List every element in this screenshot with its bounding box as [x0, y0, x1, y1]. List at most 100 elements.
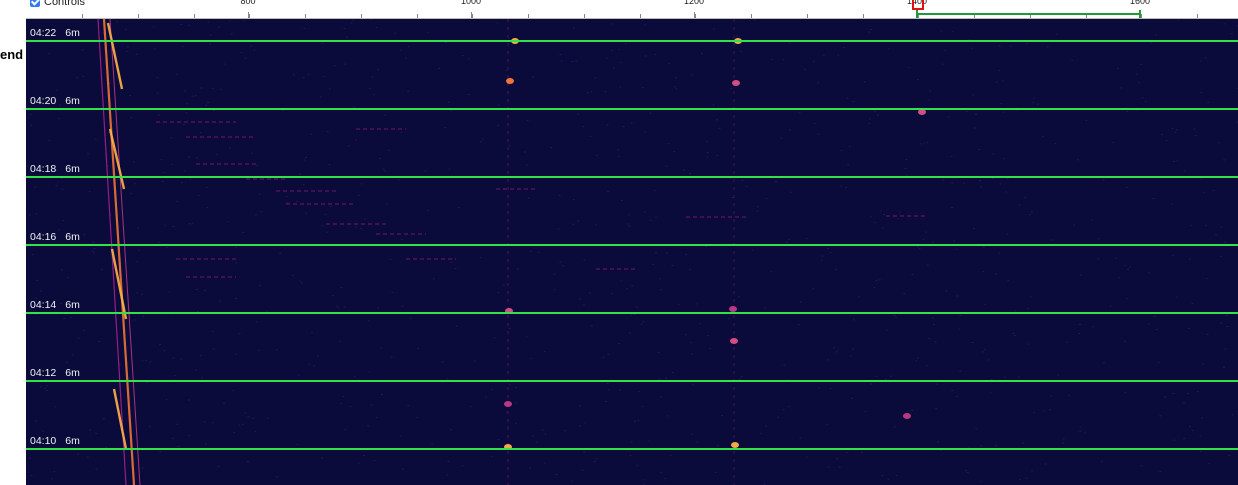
noise-speckle: [491, 455, 494, 457]
noise-speckle: [1018, 376, 1021, 378]
noise-speckle: [1200, 91, 1203, 93]
noise-speckle: [673, 151, 676, 153]
noise-speckle: [508, 328, 511, 329]
noise-speckle: [367, 425, 370, 427]
noise-speckle: [622, 126, 625, 128]
noise-speckle: [541, 429, 544, 431]
noise-speckle: [1031, 470, 1033, 472]
noise-speckle: [328, 88, 331, 90]
tuning-cursor-icon[interactable]: [912, 0, 924, 10]
noise-speckle: [1174, 131, 1177, 133]
noise-speckle: [515, 402, 518, 404]
noise-speckle: [576, 113, 579, 115]
noise-speckle: [980, 445, 983, 447]
noise-speckle: [117, 179, 119, 181]
noise-speckle: [321, 42, 324, 44]
noise-speckle: [102, 418, 105, 420]
noise-speckle: [770, 270, 773, 272]
noise-speckle: [394, 32, 397, 34]
noise-speckle: [156, 92, 159, 94]
noise-speckle: [93, 252, 95, 254]
noise-speckle: [1013, 334, 1016, 336]
noise-speckle: [1077, 159, 1080, 161]
passband-end-handle[interactable]: [1139, 10, 1141, 18]
controls-toggle[interactable]: Controls: [30, 0, 85, 9]
noise-speckle: [157, 114, 160, 116]
noise-speckle: [125, 28, 128, 30]
noise-speckle: [590, 91, 593, 93]
noise-speckle: [951, 389, 954, 391]
noise-speckle: [624, 43, 627, 45]
frequency-ruler[interactable]: 800 1000 1200 1400 1600: [26, 0, 1238, 19]
noise-speckle: [826, 424, 829, 426]
noise-speckle: [340, 287, 343, 289]
noise-speckle: [242, 232, 245, 234]
waterfall-display[interactable]: 04:22 6m 04:20 6m 04:18 6m 04:16 6m 04:14 6m 04:12…: [26, 19, 1238, 485]
timestamp-time: 04:18: [30, 163, 57, 175]
noise-speckle: [343, 63, 346, 65]
ruler-minor-tick: [751, 14, 752, 18]
noise-speckle: [581, 469, 584, 471]
noise-speckle: [812, 60, 815, 62]
noise-speckle: [391, 291, 394, 293]
noise-speckle: [606, 382, 609, 384]
noise-speckle: [431, 443, 434, 445]
ruler-minor-tick: [137, 14, 139, 18]
passband-start-handle[interactable]: [916, 10, 918, 18]
noise-speckle: [935, 408, 938, 410]
noise-speckle: [1124, 392, 1127, 394]
noise-speckle: [95, 432, 98, 434]
noise-speckle: [207, 102, 210, 103]
noise-speckle: [727, 318, 730, 320]
noise-speckle: [730, 88, 732, 90]
noise-speckle: [782, 59, 785, 61]
noise-speckle: [331, 295, 334, 297]
noise-speckle: [228, 20, 231, 22]
noise-speckle: [186, 103, 189, 105]
signal-blob: [732, 80, 740, 86]
noise-speckle: [922, 142, 925, 144]
noise-speckle: [116, 21, 119, 23]
noise-speckle: [1228, 455, 1231, 457]
noise-speckle: [618, 343, 621, 345]
noise-speckle: [543, 462, 546, 464]
timestamp-time: 04:12: [30, 367, 57, 379]
noise-speckle: [619, 389, 621, 391]
noise-speckle: [666, 415, 669, 417]
noise-speckle: [790, 191, 793, 193]
noise-speckle: [36, 280, 39, 281]
noise-speckle: [698, 323, 701, 324]
noise-speckle: [853, 319, 855, 321]
ruler-minor-tick: [82, 14, 83, 18]
noise-speckle: [134, 183, 137, 185]
noise-speckle: [357, 462, 360, 464]
passband-indicator[interactable]: [917, 13, 1140, 15]
timestamp-span: 6m: [65, 299, 80, 311]
noise-speckle: [133, 319, 136, 321]
noise-speckle: [532, 76, 534, 78]
noise-speckle: [63, 317, 66, 319]
noise-speckle: [1009, 45, 1012, 47]
noise-speckle: [975, 113, 977, 115]
noise-speckle: [51, 478, 54, 480]
noise-speckle: [593, 461, 596, 462]
noise-speckle: [553, 289, 556, 291]
noise-speckle: [502, 284, 505, 286]
noise-speckle: [583, 259, 586, 261]
noise-speckle: [829, 251, 832, 253]
noise-speckle: [813, 123, 816, 125]
noise-speckle: [247, 416, 250, 418]
ruler-major-tick: [694, 12, 695, 18]
controls-checkbox[interactable]: [30, 0, 40, 7]
noise-speckle: [951, 207, 953, 209]
noise-speckle: [1171, 203, 1174, 205]
noise-speckle: [945, 290, 948, 292]
noise-speckle: [928, 338, 931, 339]
noise-speckle: [375, 27, 378, 28]
noise-speckle: [1091, 219, 1094, 221]
timestamp-span: 6m: [65, 27, 80, 39]
noise-speckle: [691, 353, 694, 355]
noise-speckle: [250, 45, 253, 47]
ruler-minor-tick: [806, 14, 808, 18]
noise-speckle: [753, 19, 756, 21]
